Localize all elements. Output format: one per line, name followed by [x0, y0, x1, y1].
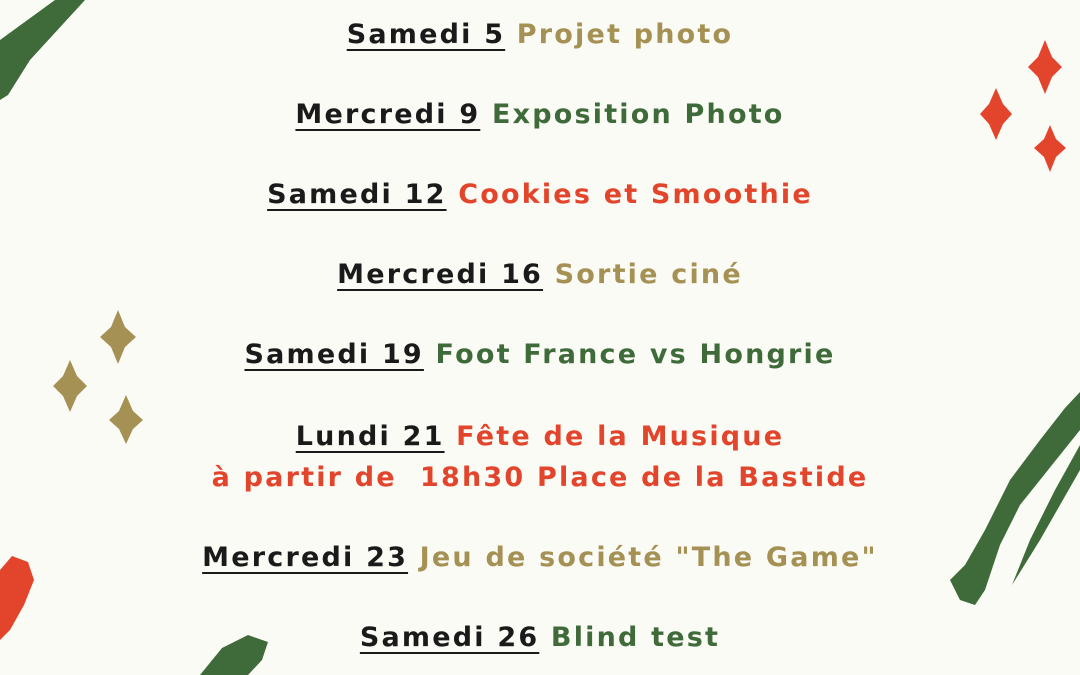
event-schedule: Samedi 5 Projet photo Mercredi 9 Exposit…: [0, 0, 1080, 675]
event-activity: Projet photo: [516, 19, 734, 50]
event-activity: Sortie ciné: [554, 259, 743, 290]
event-activity: Jeu de société "The Game": [419, 542, 878, 573]
event-line: Mercredi 23 Jeu de société "The Game": [0, 540, 1080, 576]
event-day: Samedi 19: [244, 339, 424, 370]
event-day: Mercredi 23: [202, 542, 409, 573]
event-day: Samedi 12: [267, 179, 447, 210]
event-day: Lundi 21: [295, 421, 445, 452]
event-activity: Fête de la Musique: [456, 421, 785, 452]
event-day: Mercredi 16: [337, 259, 544, 290]
event-detail: à partir de 18h30 Place de la Bastide: [211, 462, 869, 493]
event-activity: Foot France vs Hongrie: [435, 339, 836, 370]
event-line: Samedi 5 Projet photo: [0, 17, 1080, 53]
event-line: Samedi 12 Cookies et Smoothie: [0, 177, 1080, 213]
event-line: Samedi 26 Blind test: [0, 620, 1080, 656]
event-activity: Exposition Photo: [491, 99, 785, 130]
event-line: Samedi 19 Foot France vs Hongrie: [0, 337, 1080, 373]
event-activity: Cookies et Smoothie: [458, 179, 813, 210]
event-day: Samedi 5: [346, 19, 506, 50]
event-activity: Blind test: [550, 622, 721, 653]
event-line: Mercredi 9 Exposition Photo: [0, 97, 1080, 133]
event-day: Samedi 26: [359, 622, 540, 653]
event-line: Mercredi 16 Sortie ciné: [0, 257, 1080, 293]
event-line: Lundi 21 Fête de la Musique: [0, 419, 1080, 455]
event-day: Mercredi 9: [295, 99, 481, 130]
